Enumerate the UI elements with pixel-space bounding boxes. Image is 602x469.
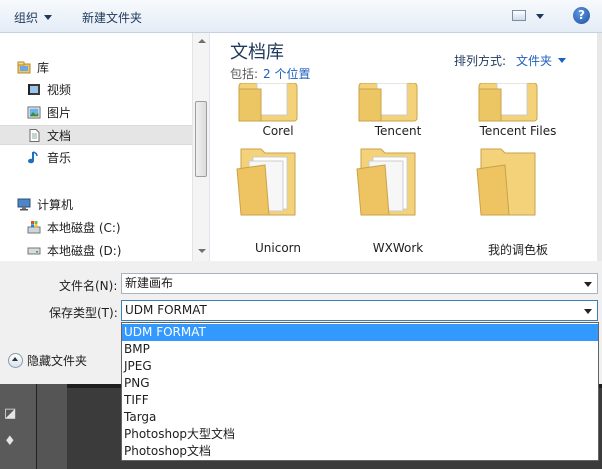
panel-strip (37, 384, 67, 469)
organize-label: 组织 (14, 11, 39, 25)
music-icon (28, 151, 38, 164)
scrollbar-thumb[interactable] (195, 101, 207, 177)
sidebar-item-pictures[interactable]: 图片 (0, 103, 192, 123)
filetype-option-tiff[interactable]: TIFF (122, 392, 598, 409)
new-folder-label: 新建文件夹 (82, 11, 143, 25)
filetype-option-psb[interactable]: Photoshop大型文档 (122, 426, 598, 443)
tool-panel: ◪ ♦ (0, 384, 37, 469)
help-icon[interactable]: ? (573, 7, 590, 24)
sidebar-item-drive-c[interactable]: 本地磁盘 (C:) (0, 218, 192, 238)
chevron-down-icon (558, 58, 567, 63)
filetype-option-bmp[interactable]: BMP (122, 341, 598, 358)
filetype-label: 保存类型(T): (49, 306, 118, 320)
arrange-by: 排列方式: 文件夹 (454, 52, 567, 69)
file-list: 文档库 包括: 2 个位置 排列方式: 文件夹 Corel Tencent Tenc… (210, 33, 602, 261)
drop-icon[interactable]: ♦ (4, 434, 22, 449)
file-list-scrollbar[interactable] (597, 33, 602, 261)
folder-name: Corel (262, 124, 294, 138)
folder-name: 我的调色板 (487, 243, 548, 257)
sidebar-item-documents[interactable]: 文档 (0, 125, 192, 145)
filetype-option-png[interactable]: PNG (122, 375, 598, 392)
filename-value: 新建画布 (125, 276, 174, 290)
folder-name: Tencent Files (479, 124, 557, 138)
scroll-down-icon[interactable] (198, 249, 206, 253)
hide-folders-button[interactable]: 隐藏文件夹 (8, 352, 87, 369)
includes-label: 包括: (230, 67, 259, 81)
sidebar-item-library[interactable]: 库 (0, 58, 192, 78)
folder-icon (356, 148, 416, 216)
document-icon (29, 129, 40, 142)
new-folder-button[interactable]: 新建文件夹 (82, 9, 142, 26)
sidebar-item-label: 图片 (47, 106, 72, 120)
sidebar-item-label: 库 (37, 61, 50, 75)
filetype-option-psd[interactable]: Photoshop文档 (122, 443, 598, 460)
filetype-option-targa[interactable]: Targa (122, 409, 598, 426)
folder-name: Unicorn (255, 241, 301, 255)
computer-icon (17, 198, 31, 211)
sidebar-item-label: 音乐 (47, 151, 72, 165)
library-title: 文档库 (230, 42, 284, 63)
folder-name: Tencent (374, 124, 422, 138)
library-includes: 包括: 2 个位置 (230, 65, 311, 82)
folder-icon (236, 148, 296, 216)
library-icon (17, 61, 31, 74)
windows-drive-icon (27, 221, 41, 234)
filename-field[interactable]: 新建画布 (121, 273, 598, 294)
arrange-by-dropdown[interactable]: 文件夹 (516, 54, 567, 68)
hide-folders-label: 隐藏文件夹 (27, 354, 88, 368)
drive-icon (27, 247, 41, 255)
navigation-pane: 库 视频 图片 文档 音乐 计算机 本地磁盘 (C:) 本地磁盘 (D:) (0, 33, 210, 261)
folder-icon (476, 148, 536, 216)
scroll-up-icon[interactable] (198, 39, 206, 43)
collapse-icon (8, 353, 23, 368)
sidebar-item-label: 视频 (47, 83, 72, 97)
filename-label: 文件名(N): (59, 279, 118, 293)
sidebar-item-computer[interactable]: 计算机 (0, 195, 192, 215)
picture-icon (27, 106, 41, 119)
sidebar-item-label: 计算机 (37, 198, 74, 212)
folder-icon (478, 83, 538, 122)
filetype-option-udm[interactable]: UDM FORMAT (122, 324, 598, 341)
view-options-chevron-icon[interactable] (536, 14, 544, 19)
chevron-down-icon (44, 15, 53, 20)
video-icon (28, 84, 40, 95)
change-view-icon[interactable] (512, 10, 526, 21)
folder-name: WXWork (372, 241, 424, 255)
sidebar-item-label: 文档 (47, 129, 72, 143)
eraser-icon[interactable]: ◪ (4, 406, 22, 421)
includes-locations-link[interactable]: 2 个位置 (263, 67, 310, 81)
arrange-label: 排列方式: (454, 54, 507, 68)
command-bar: 组织 新建文件夹 ? (0, 0, 602, 33)
sidebar-item-label: 本地磁盘 (C:) (47, 221, 121, 235)
filetype-option-jpeg[interactable]: JPEG (122, 358, 598, 375)
chevron-down-icon[interactable] (584, 309, 592, 314)
sidebar-item-drive-d[interactable]: 本地磁盘 (D:) (0, 241, 192, 261)
sidebar-item-music[interactable]: 音乐 (0, 148, 192, 168)
organize-button[interactable]: 组织 (14, 9, 53, 26)
chevron-down-icon[interactable] (584, 282, 592, 287)
filetype-dropdown-list: UDM FORMAT BMP JPEG PNG TIFF Targa Photo… (121, 322, 599, 461)
sidebar-item-label: 本地磁盘 (D:) (47, 244, 122, 258)
arrange-value: 文件夹 (516, 54, 553, 68)
navigation-scrollbar[interactable] (192, 33, 209, 261)
filetype-select[interactable]: UDM FORMAT (121, 300, 598, 321)
folder-icon (358, 83, 418, 122)
filetype-value: UDM FORMAT (125, 303, 207, 317)
sidebar-item-video[interactable]: 视频 (0, 80, 192, 100)
folder-icon (238, 83, 298, 122)
